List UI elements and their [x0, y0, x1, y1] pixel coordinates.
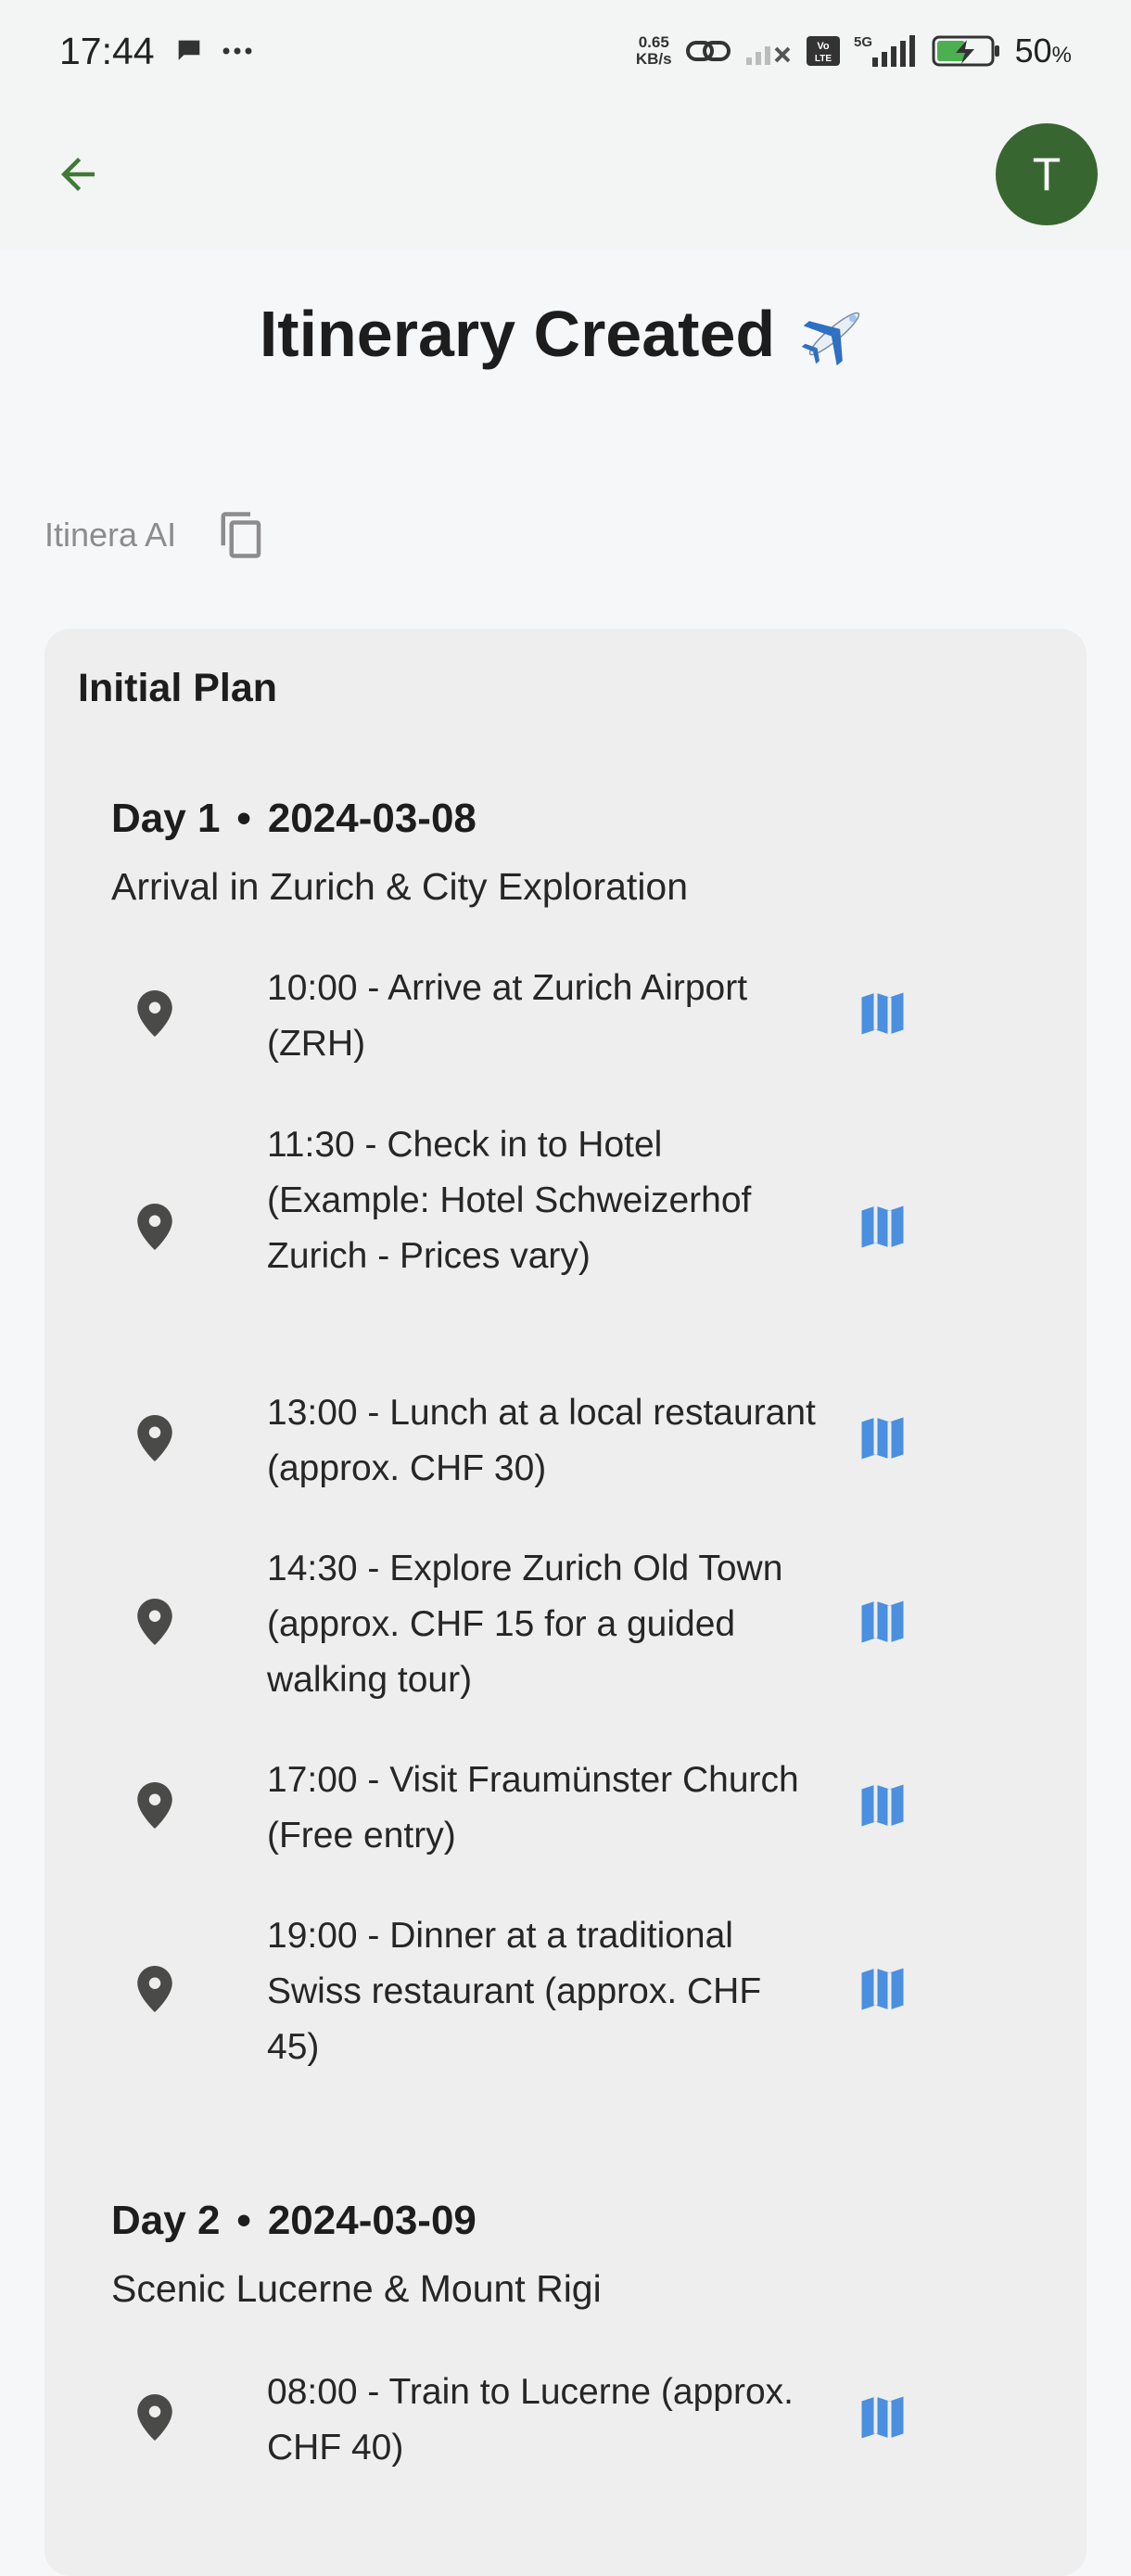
activity-text: 17:00 - Visit Fraumünster Church (Free e…: [267, 1760, 799, 1855]
arrow-left-icon: [61, 158, 95, 191]
day-date: 2024-03-08: [267, 796, 477, 841]
svg-text:Vo: Vo: [817, 41, 830, 52]
network-speed-value: 0.65: [638, 33, 669, 51]
map-icon[interactable]: [855, 1199, 910, 1255]
map-icon[interactable]: [855, 1594, 910, 1650]
location-pin-icon: [137, 1204, 172, 1250]
location-pin-icon: [137, 1415, 172, 1461]
location-pin-icon: [137, 2394, 172, 2441]
activity-text: 14:30 - Explore Zurich Old Town (approx.…: [267, 1549, 783, 1700]
chat-bubble-icon: [178, 40, 199, 60]
day-label: Day 1: [111, 796, 221, 841]
location-pin-icon: [137, 1599, 172, 1645]
status-notification-icons: [173, 35, 253, 67]
map-icon[interactable]: [855, 1410, 910, 1466]
avatar-initial: T: [1032, 148, 1061, 200]
battery-charging-icon: [932, 35, 999, 67]
link-icon: [685, 41, 731, 61]
battery-percent-value: 50: [1014, 32, 1052, 70]
source-label: Itinera AI: [44, 516, 177, 554]
location-pin-icon: [137, 1782, 172, 1829]
copy-icon[interactable]: [217, 510, 267, 560]
airplane-icon: [801, 312, 860, 366]
svg-text:LTE: LTE: [815, 54, 832, 64]
day-subtitle: Scenic Lucerne & Mount Rigi: [111, 2267, 602, 2310]
signal-5g-icon: 5G: [854, 34, 915, 67]
battery-percent-unit: %: [1051, 43, 1072, 68]
day-header: Day 2 • 2024-03-09: [111, 2198, 477, 2243]
activity-text: 10:00 - Arrive at Zurich Airport (ZRH): [267, 968, 748, 1064]
volte-icon: Vo LTE: [806, 36, 840, 66]
network-speed-unit: KB/s: [635, 50, 672, 68]
app-bar: T: [0, 102, 1131, 250]
page-title-text: Itinerary Created: [259, 298, 776, 370]
svg-text:5G: 5G: [854, 34, 872, 50]
day-header: Day 1 • 2024-03-08: [111, 796, 477, 841]
location-pin-icon: [137, 1966, 172, 2012]
network-speed: 0.65 KB/s: [636, 34, 672, 68]
status-time: 17:44: [59, 29, 155, 72]
signal-weak-icon: [745, 46, 791, 65]
more-dots-icon: [222, 47, 252, 55]
activity-text: 19:00 - Dinner at a traditional Swiss re…: [267, 1916, 762, 2067]
plan-card: Initial Plan Day 1 • 2024-03-08 Arrival in…: [44, 629, 1087, 2576]
map-icon[interactable]: [855, 1961, 910, 2017]
page-title: Itinerary Created: [0, 297, 1131, 371]
map-icon[interactable]: [855, 2390, 910, 2445]
avatar[interactable]: T: [996, 123, 1098, 225]
day-label: Day 2: [111, 2198, 221, 2243]
activity-text: 08:00 - Train to Lucerne (approx. CHF 40…: [267, 2372, 794, 2468]
activity-text: 13:00 - Lunch at a local restaurant (app…: [267, 1393, 816, 1488]
plan-title: Initial Plan: [78, 666, 278, 710]
battery-percent: 50%: [1015, 32, 1072, 70]
location-pin-icon: [137, 990, 172, 1037]
activity-text: 11:30 - Check in to Hotel (Example: Hote…: [267, 1125, 752, 1276]
back-button[interactable]: [41, 137, 115, 211]
map-icon[interactable]: [855, 986, 910, 1041]
status-right-group: 0.65 KB/s Vo LTE 5G 50%: [636, 32, 1072, 70]
day-subtitle: Arrival in Zurich & City Exploration: [111, 865, 689, 908]
status-bar: 17:44 0.65 KB/s Vo LTE 5G 50%: [0, 0, 1131, 102]
source-row: Itinera AI: [44, 510, 267, 560]
map-icon[interactable]: [855, 1778, 910, 1833]
day-date: 2024-03-09: [267, 2198, 477, 2243]
